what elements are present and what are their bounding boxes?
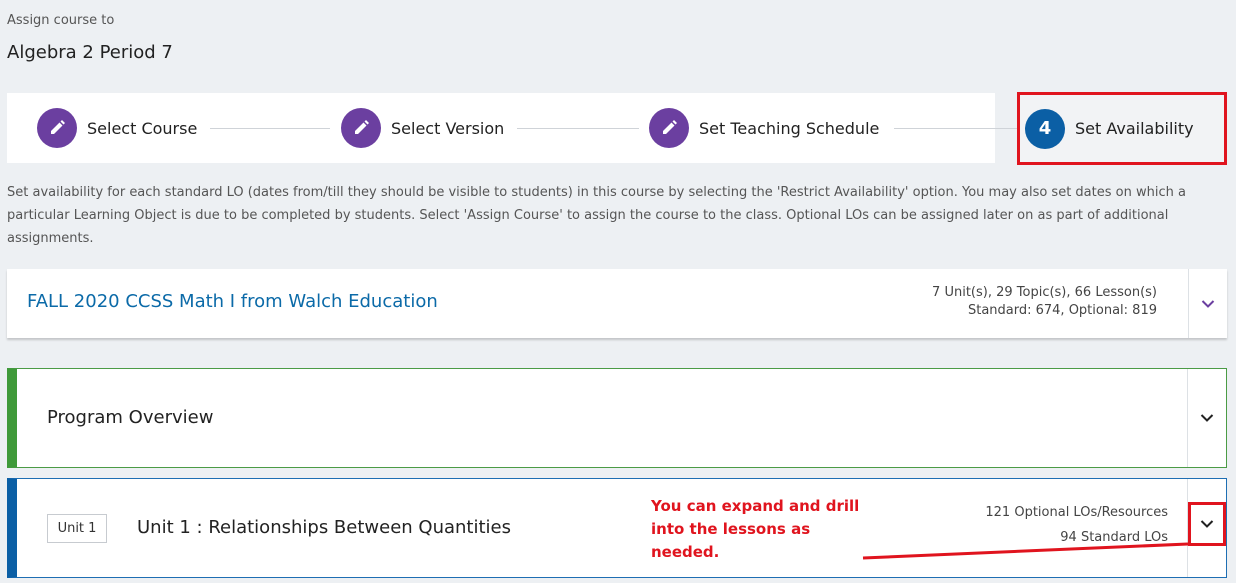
step-connector bbox=[894, 128, 995, 129]
unit-card: Unit 1 Unit 1 : Relationships Between Qu… bbox=[7, 478, 1227, 578]
pencil-icon bbox=[341, 108, 381, 148]
unit-standard-count: 94 Standard LOs bbox=[1060, 530, 1168, 545]
course-stats-units: 7 Unit(s), 29 Topic(s), 66 Lesson(s) bbox=[932, 285, 1157, 300]
step-label: Set Teaching Schedule bbox=[699, 118, 880, 138]
pencil-icon bbox=[649, 108, 689, 148]
step-set-teaching-schedule[interactable]: Set Teaching Schedule bbox=[649, 93, 879, 163]
unit-stats: 121 Optional LOs/Resources 94 Standard L… bbox=[985, 500, 1168, 550]
annotation-callout: You can expand and drill into the lesson… bbox=[651, 497, 860, 561]
class-name: Algebra 2 Period 7 bbox=[7, 42, 173, 63]
unit-title: Unit 1 : Relationships Between Quantitie… bbox=[137, 517, 511, 538]
assign-course-label: Assign course to bbox=[7, 13, 115, 28]
program-overview-card: Program Overview bbox=[7, 368, 1227, 468]
course-expand-button[interactable] bbox=[1189, 269, 1227, 338]
course-stats-los: Standard: 674, Optional: 819 bbox=[967, 303, 1157, 318]
program-overview-title: Program Overview bbox=[47, 407, 214, 428]
course-stats: 7 Unit(s), 29 Topic(s), 66 Lesson(s) Sta… bbox=[932, 284, 1157, 320]
step-connector bbox=[210, 128, 330, 129]
chevron-down-icon bbox=[1200, 520, 1214, 528]
step-connector bbox=[995, 128, 1017, 129]
step-select-course[interactable]: Select Course bbox=[37, 93, 197, 163]
program-overview-expand-button[interactable] bbox=[1188, 369, 1226, 467]
course-card: FALL 2020 CCSS Math I from Walch Educati… bbox=[7, 269, 1227, 338]
unit-badge: Unit 1 bbox=[47, 514, 107, 543]
step-number: 4 bbox=[1025, 108, 1065, 149]
step-label: Select Course bbox=[87, 118, 198, 138]
stepper: Select Course Select Version Set Teachin… bbox=[7, 93, 995, 163]
step-label: Set Availability bbox=[1075, 119, 1194, 138]
course-title-link[interactable]: FALL 2020 CCSS Math I from Walch Educati… bbox=[27, 291, 438, 312]
unit-expand-button[interactable] bbox=[1188, 502, 1226, 546]
step-select-version[interactable]: Select Version bbox=[341, 93, 504, 163]
step-set-availability[interactable]: 4 Set Availability bbox=[1017, 92, 1227, 165]
instructions-text: Set availability for each standard LO (d… bbox=[7, 185, 1186, 246]
pencil-icon bbox=[37, 108, 77, 148]
unit-optional-count: 121 Optional LOs/Resources bbox=[985, 505, 1168, 520]
step-label: Select Version bbox=[391, 118, 505, 138]
chevron-down-icon bbox=[1201, 299, 1215, 308]
step-connector bbox=[517, 128, 639, 129]
chevron-down-icon bbox=[1200, 414, 1214, 422]
